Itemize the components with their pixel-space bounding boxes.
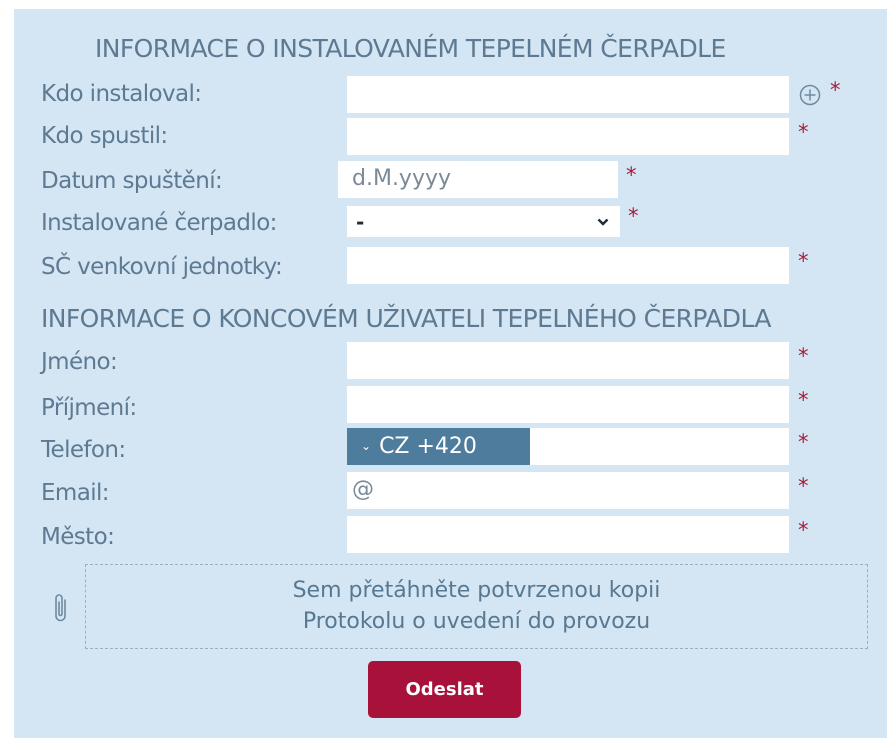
outdoor-serial-required: * xyxy=(798,249,809,273)
outdoor-serial-label: SČ venkovní jednotky: xyxy=(41,254,283,280)
last-name-required: * xyxy=(798,388,809,412)
heat-pump-label: Instalované čerpadlo: xyxy=(41,210,277,236)
last-name-input[interactable] xyxy=(347,386,789,423)
section-heading-user: INFORMACE O KONCOVÉM UŽIVATELI TEPELNÉHO… xyxy=(41,304,771,333)
start-date-label: Datum spuštění: xyxy=(41,168,223,194)
email-input[interactable]: @ xyxy=(347,472,789,509)
dropzone-line-2: Protokolu o uvedení do provozu xyxy=(302,609,651,634)
chevron-down-icon: ⌄ xyxy=(361,439,372,453)
email-label: Email: xyxy=(41,480,110,506)
first-name-required: * xyxy=(798,344,809,368)
country-code-value: CZ +420 xyxy=(379,434,477,459)
started-by-required: * xyxy=(798,120,809,144)
add-installer-icon[interactable] xyxy=(798,83,822,107)
outdoor-serial-input[interactable] xyxy=(347,247,789,284)
heat-pump-selected: - xyxy=(356,210,365,234)
dropzone-line-1: Sem přetáhněte potvrzenou kopii xyxy=(292,578,661,603)
heat-pump-required: * xyxy=(628,204,639,228)
last-name-label: Příjmení: xyxy=(41,395,137,421)
start-date-input[interactable]: d.M.yyyy xyxy=(338,161,618,198)
start-date-required: * xyxy=(626,163,637,187)
installed-by-label: Kdo instaloval: xyxy=(41,81,202,107)
country-code-select[interactable]: ⌄ CZ +420 xyxy=(347,428,530,465)
started-by-label: Kdo spustil: xyxy=(41,123,168,149)
started-by-input[interactable] xyxy=(347,118,789,155)
first-name-label: Jméno: xyxy=(41,349,118,375)
submit-button[interactable]: Odeslat xyxy=(368,661,521,718)
installed-by-required: * xyxy=(830,78,841,102)
paperclip-icon[interactable] xyxy=(51,590,71,626)
section-heading-installed: INFORMACE O INSTALOVANÉM TEPELNÉM ČERPAD… xyxy=(95,34,726,63)
phone-required: * xyxy=(798,430,809,454)
chevron-down-icon xyxy=(597,218,609,226)
city-input[interactable] xyxy=(347,516,789,553)
file-dropzone[interactable]: Sem přetáhněte potvrzenou kopii Protokol… xyxy=(85,564,868,649)
first-name-input[interactable] xyxy=(347,342,789,379)
city-label: Město: xyxy=(41,524,115,550)
phone-label: Telefon: xyxy=(41,437,126,463)
email-required: * xyxy=(798,474,809,498)
heat-pump-select[interactable]: - xyxy=(347,206,620,237)
email-placeholder: @ xyxy=(352,477,374,502)
installed-by-input[interactable] xyxy=(347,76,789,113)
city-required: * xyxy=(798,518,809,542)
start-date-placeholder: d.M.yyyy xyxy=(352,166,452,191)
